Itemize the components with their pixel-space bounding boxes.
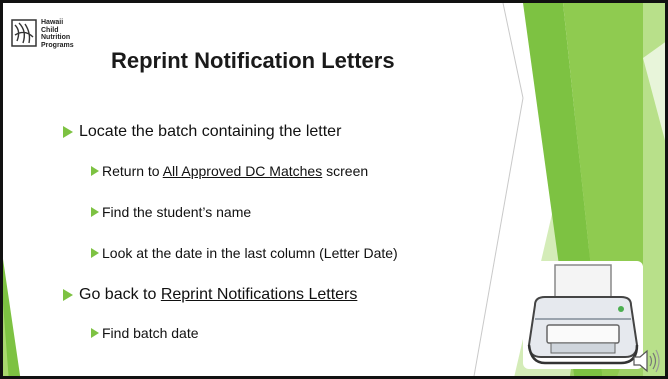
slide-title: Reprint Notification Letters xyxy=(111,48,395,73)
printer-icon xyxy=(523,261,643,369)
bullet-prefix: Return to xyxy=(102,163,163,179)
reprint-notifications-letters-link[interactable]: Reprint Notifications Letters xyxy=(161,286,358,303)
bullet-prefix: Go back to xyxy=(79,286,161,303)
bullet-return-to-screen: Return to All Approved DC Matches screen xyxy=(91,163,368,179)
all-approved-dc-matches-link[interactable]: All Approved DC Matches xyxy=(163,163,323,179)
hawaii-child-nutrition-logo-icon xyxy=(11,19,37,47)
bullet-suffix: screen xyxy=(322,163,369,179)
bullet-look-at-date: Look at the date in the last column (Let… xyxy=(91,245,398,261)
logo-line: Programs xyxy=(41,41,74,49)
bullet-arrow-icon xyxy=(91,166,99,176)
logo-line: Child xyxy=(41,26,59,34)
bullet-text: Find the student’s name xyxy=(102,204,252,220)
bullet-text: Go back to Reprint Notifications Letters xyxy=(79,286,357,304)
audio-speaker-icon[interactable] xyxy=(631,347,661,375)
program-logo: Hawaii Child Nutrition Programs xyxy=(11,19,111,59)
bullet-find-batch-date: Find batch date xyxy=(91,325,199,341)
bullet-arrow-icon xyxy=(91,207,99,217)
bullet-text: Return to All Approved DC Matches screen xyxy=(102,163,368,179)
bullet-text: Find batch date xyxy=(102,325,199,341)
logo-line: Nutrition xyxy=(41,34,71,42)
bullet-arrow-icon xyxy=(91,248,99,258)
logo-text: Hawaii Child Nutrition Programs xyxy=(41,19,74,49)
bullet-text: Locate the batch containing the letter xyxy=(79,123,342,140)
logo-line: Hawaii xyxy=(41,19,64,26)
bullet-locate-batch: Locate the batch containing the letter xyxy=(63,123,341,141)
bullet-go-back: Go back to Reprint Notifications Letters xyxy=(63,286,357,304)
bullet-arrow-icon xyxy=(63,126,73,138)
bullet-text: Look at the date in the last column (Let… xyxy=(102,245,398,261)
bullet-find-student: Find the student’s name xyxy=(91,204,251,220)
bullet-arrow-icon xyxy=(63,289,73,301)
slide: Hawaii Child Nutrition Programs Reprint … xyxy=(0,0,668,379)
bullet-arrow-icon xyxy=(91,328,99,338)
